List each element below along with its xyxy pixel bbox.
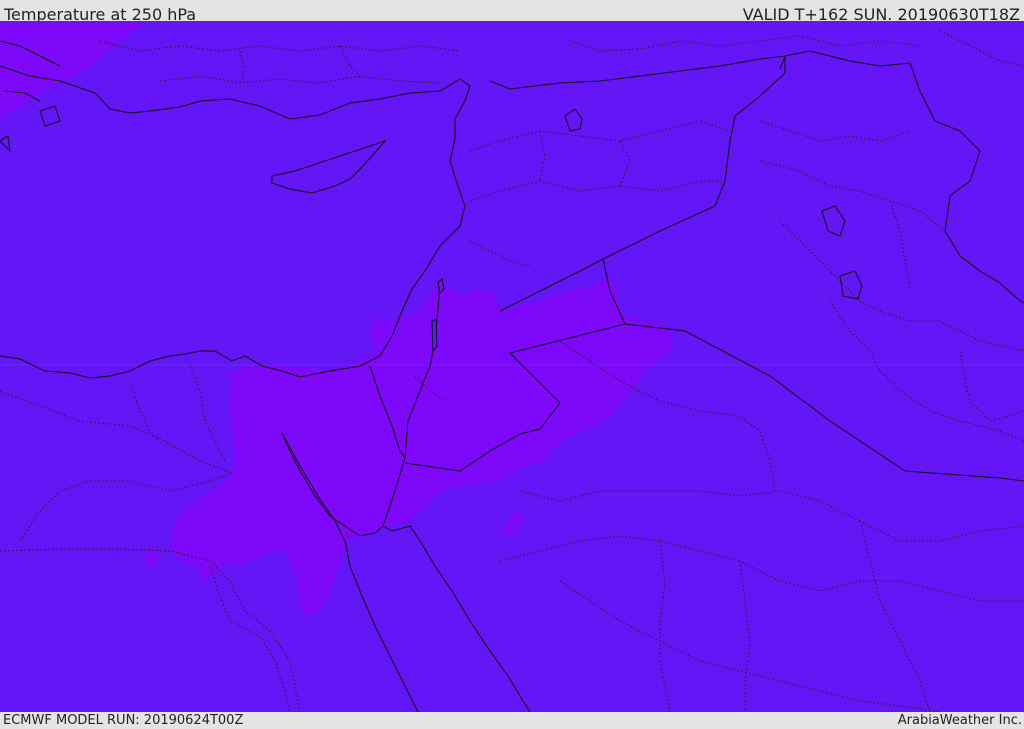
- model-run-label: ECMWF MODEL RUN: 20190624T00Z: [3, 713, 244, 728]
- map-title: Temperature at 250 hPa: [4, 5, 197, 21]
- credit-label: ArabiaWeather Inc.: [897, 713, 1022, 728]
- valid-time-label: VALID T+162 SUN. 20190630T18Z: [742, 5, 1020, 21]
- map-canvas: [0, 21, 1024, 712]
- dead-sea: [431, 318, 438, 353]
- map-frame: Temperature at 250 hPa VALID T+162 SUN. …: [0, 0, 1024, 729]
